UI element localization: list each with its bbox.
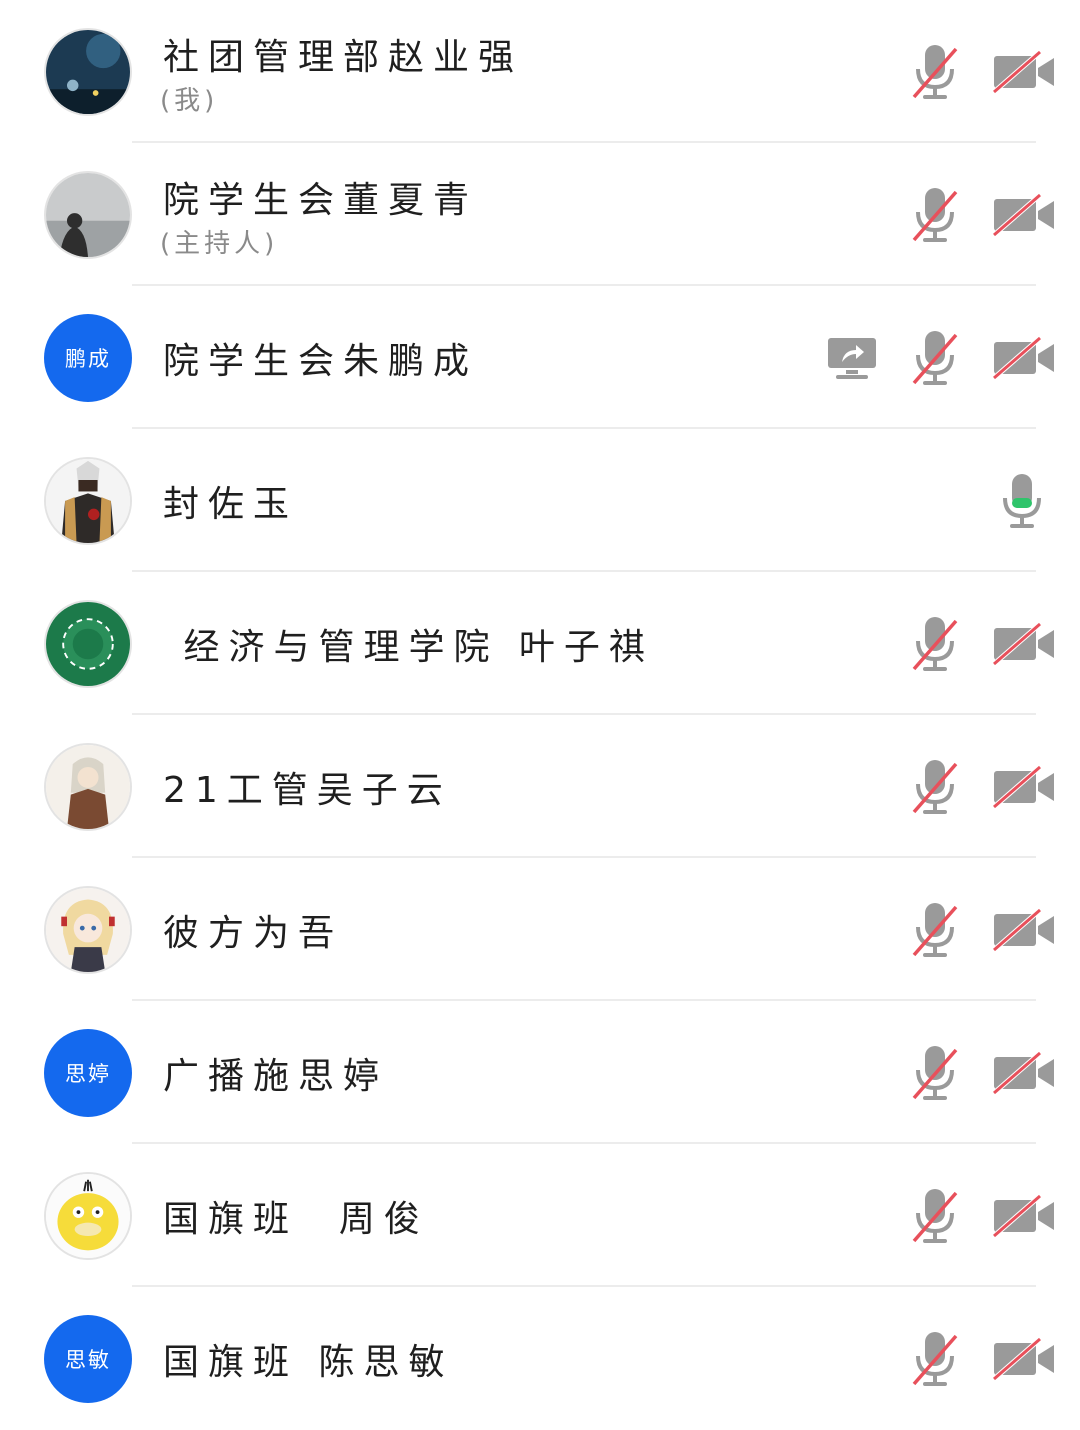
participant-row[interactable]: 国旗班 周俊 bbox=[0, 1144, 1080, 1287]
participant-row[interactable]: 社团管理部赵业强 (我) bbox=[0, 0, 1080, 143]
mic-muted-icon[interactable] bbox=[910, 1044, 960, 1102]
mic-muted-icon[interactable] bbox=[910, 329, 960, 387]
avatar bbox=[44, 1172, 132, 1260]
mic-muted-icon[interactable] bbox=[910, 186, 960, 244]
participant-list: 社团管理部赵业强 (我) 院学生会董夏青 (主持人) 鹏成 院学生会朱鹏成 封佐… bbox=[0, 0, 1080, 1430]
participant-row[interactable]: 经济与管理学院 叶子祺 bbox=[0, 572, 1080, 715]
camera-off-icon[interactable] bbox=[992, 49, 1056, 94]
avatar: 思婷 bbox=[44, 1029, 132, 1117]
avatar: 思敏 bbox=[44, 1315, 132, 1403]
camera-off-icon[interactable] bbox=[992, 621, 1056, 666]
participant-row[interactable]: 21工管吴子云 bbox=[0, 715, 1080, 858]
avatar-image bbox=[46, 602, 130, 686]
mic-muted-icon[interactable] bbox=[910, 1187, 960, 1245]
participant-row[interactable]: 院学生会董夏青 (主持人) bbox=[0, 143, 1080, 286]
avatar bbox=[44, 886, 132, 974]
participant-row[interactable]: 鹏成 院学生会朱鹏成 bbox=[0, 286, 1080, 429]
avatar bbox=[44, 457, 132, 545]
participant-name: 社团管理部赵业强 bbox=[163, 37, 524, 78]
avatar-image bbox=[46, 745, 130, 829]
camera-off-icon[interactable] bbox=[992, 1193, 1056, 1238]
mic-muted-icon[interactable] bbox=[910, 43, 960, 101]
avatar-image bbox=[46, 1174, 130, 1258]
avatar: 鹏成 bbox=[44, 314, 132, 402]
participant-row[interactable]: 彼方为吾 bbox=[0, 858, 1080, 1001]
camera-off-icon[interactable] bbox=[992, 1336, 1056, 1381]
participant-name: 经济与管理学院 叶子祺 bbox=[163, 626, 654, 668]
avatar bbox=[44, 743, 132, 831]
participant-name: 院学生会朱鹏成 bbox=[163, 340, 479, 382]
camera-off-icon[interactable] bbox=[992, 335, 1056, 380]
participant-role: (主持人) bbox=[160, 229, 279, 259]
avatar bbox=[44, 28, 132, 116]
mic-muted-icon[interactable] bbox=[910, 1330, 960, 1388]
participant-row[interactable]: 思婷 广播施思婷 bbox=[0, 1001, 1080, 1144]
participant-name: 封佐玉 bbox=[163, 483, 299, 525]
camera-off-icon[interactable] bbox=[992, 192, 1056, 237]
avatar bbox=[44, 171, 132, 259]
participant-name: 国旗班 周俊 bbox=[163, 1198, 429, 1240]
avatar-image bbox=[46, 459, 130, 543]
mic-muted-icon[interactable] bbox=[910, 901, 960, 959]
avatar-image bbox=[46, 888, 130, 972]
participant-name: 国旗班 陈思敏 bbox=[163, 1341, 454, 1383]
participant-row[interactable]: 思敏 国旗班 陈思敏 bbox=[0, 1287, 1080, 1430]
mic-muted-icon[interactable] bbox=[910, 615, 960, 673]
screen-share-icon[interactable] bbox=[826, 336, 878, 380]
camera-off-icon[interactable] bbox=[992, 764, 1056, 809]
mic-active-icon[interactable] bbox=[1000, 472, 1044, 530]
avatar bbox=[44, 600, 132, 688]
mic-muted-icon[interactable] bbox=[910, 758, 960, 816]
participant-name: 广播施思婷 bbox=[163, 1055, 389, 1097]
camera-off-icon[interactable] bbox=[992, 907, 1056, 952]
participant-name: 院学生会董夏青 bbox=[163, 180, 479, 221]
participant-name: 21工管吴子云 bbox=[163, 769, 452, 811]
camera-off-icon[interactable] bbox=[992, 1050, 1056, 1095]
participant-role: (我) bbox=[160, 86, 219, 116]
avatar-image bbox=[46, 173, 130, 257]
participant-row[interactable]: 封佐玉 bbox=[0, 429, 1080, 572]
participant-name: 彼方为吾 bbox=[163, 912, 344, 954]
avatar-image bbox=[46, 30, 130, 114]
